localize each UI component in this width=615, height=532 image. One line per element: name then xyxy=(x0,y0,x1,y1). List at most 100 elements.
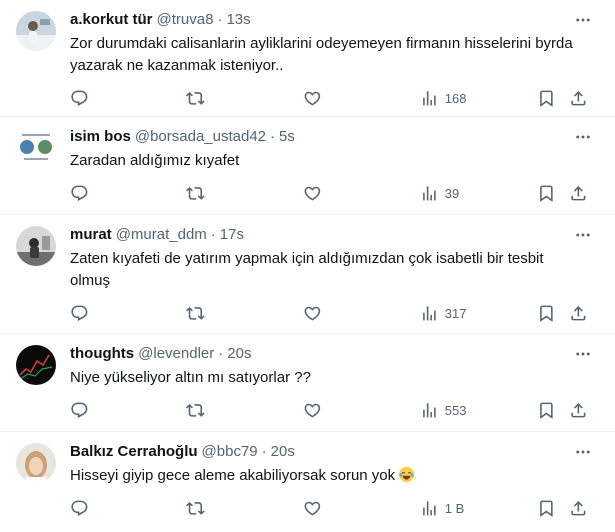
like-button[interactable] xyxy=(303,184,322,203)
timestamp[interactable]: 13s xyxy=(226,10,250,30)
heart-icon xyxy=(304,501,321,516)
action-bar: 168 xyxy=(70,87,599,109)
analytics-icon xyxy=(423,305,436,321)
repost-button[interactable] xyxy=(186,304,205,323)
reply-button[interactable] xyxy=(70,89,89,108)
reply-icon xyxy=(71,305,88,321)
views-button[interactable]: 168 xyxy=(420,89,466,108)
reply-icon xyxy=(71,402,88,418)
views-button[interactable]: 39 xyxy=(420,184,459,203)
views-button[interactable]: 1 B xyxy=(420,499,464,518)
author-name[interactable]: murat xyxy=(70,225,112,245)
tweet[interactable]: murat @murat_ddm · 17s Zaten kıyafeti de… xyxy=(0,215,615,334)
author-name[interactable]: a.korkut tür xyxy=(70,10,153,30)
like-button[interactable] xyxy=(303,304,322,323)
reply-button[interactable] xyxy=(70,304,89,323)
tweet[interactable]: thoughts @levendler · 20s Niye yükseliyo… xyxy=(0,334,615,432)
share-button[interactable] xyxy=(569,499,588,518)
share-button[interactable] xyxy=(569,184,588,203)
more-options-button[interactable] xyxy=(573,10,593,30)
tweet-text: Niye yükseliyor altın mı satıyorlar ?? xyxy=(70,369,311,386)
analytics-icon xyxy=(423,90,436,106)
tweet-text: Zor durumdaki calisanlarin ayliklarini o… xyxy=(70,35,573,74)
views-count: 317 xyxy=(444,305,467,321)
author-handle[interactable]: @levendler xyxy=(138,344,214,364)
avatar[interactable] xyxy=(16,11,56,51)
author-name[interactable]: thoughts xyxy=(70,344,134,364)
tweet[interactable]: isim bos @borsada_ustad42 · 5s Zaradan a… xyxy=(0,117,615,215)
reply-button[interactable] xyxy=(70,499,89,518)
analytics-icon xyxy=(423,402,436,418)
like-button[interactable] xyxy=(303,401,322,420)
share-icon xyxy=(571,305,586,321)
avatar[interactable] xyxy=(16,443,56,483)
like-button[interactable] xyxy=(303,499,322,518)
repost-button[interactable] xyxy=(186,401,205,420)
views-button[interactable]: 317 xyxy=(420,304,466,323)
author-handle[interactable]: @murat_ddm xyxy=(116,225,207,245)
timestamp[interactable]: 20s xyxy=(227,344,251,364)
share-icon xyxy=(571,500,586,516)
share-button[interactable] xyxy=(569,304,588,323)
more-options-button[interactable] xyxy=(573,442,593,462)
views-count: 1 B xyxy=(444,500,465,516)
views-count: 39 xyxy=(444,185,460,201)
separator-dot: · xyxy=(217,11,223,28)
author-handle[interactable]: @borsada_ustad42 xyxy=(135,127,266,147)
more-options-button[interactable] xyxy=(573,225,593,245)
more-options-button[interactable] xyxy=(573,127,593,147)
author-handle[interactable]: @bbc79 xyxy=(202,442,258,462)
bookmark-icon xyxy=(540,500,553,517)
separator-dot: · xyxy=(261,443,267,460)
author-name[interactable]: Balkız Cerrahoğlu xyxy=(70,442,198,462)
timestamp[interactable]: 5s xyxy=(279,127,295,147)
repost-button[interactable] xyxy=(186,184,205,203)
share-button[interactable] xyxy=(569,89,588,108)
repost-button[interactable] xyxy=(186,89,205,108)
reply-button[interactable] xyxy=(70,184,89,203)
avatar[interactable] xyxy=(16,226,56,266)
bookmark-icon xyxy=(540,185,553,202)
bookmark-button[interactable] xyxy=(537,184,556,203)
heart-icon xyxy=(304,306,321,321)
analytics-icon xyxy=(423,500,436,516)
share-icon xyxy=(571,185,586,201)
bookmark-button[interactable] xyxy=(537,304,556,323)
more-options-button[interactable] xyxy=(573,344,593,364)
analytics-icon xyxy=(423,185,436,201)
share-button[interactable] xyxy=(569,401,588,420)
author-handle[interactable]: @truva8 xyxy=(157,10,214,30)
reply-icon xyxy=(71,185,88,201)
views-count: 553 xyxy=(444,402,467,418)
avatar[interactable] xyxy=(16,345,56,385)
share-icon xyxy=(571,90,586,106)
bookmark-button[interactable] xyxy=(537,499,556,518)
separator-dot: · xyxy=(270,128,276,145)
heart-icon xyxy=(304,91,321,106)
bookmark-icon xyxy=(540,402,553,419)
heart-icon xyxy=(304,186,321,201)
timeline-feed: a.korkut tür @truva8 · 13s Zor durumdaki… xyxy=(0,0,615,532)
timestamp[interactable]: 17s xyxy=(220,225,244,245)
repost-icon xyxy=(186,501,205,515)
views-button[interactable]: 553 xyxy=(420,401,466,420)
bookmark-button[interactable] xyxy=(537,401,556,420)
bookmark-icon xyxy=(540,305,553,322)
reply-button[interactable] xyxy=(70,401,89,420)
action-bar: 1 B xyxy=(70,497,599,519)
reply-icon xyxy=(71,500,88,516)
repost-icon xyxy=(186,306,205,320)
tweet[interactable]: Balkız Cerrahoğlu @bbc79 · 20s Hisseyi g… xyxy=(0,432,615,532)
author-name[interactable]: isim bos xyxy=(70,127,131,147)
share-icon xyxy=(571,402,586,418)
bookmark-button[interactable] xyxy=(537,89,556,108)
like-button[interactable] xyxy=(303,89,322,108)
tweet-text: Zaradan aldığımız kıyafet xyxy=(70,152,240,169)
avatar[interactable] xyxy=(16,128,56,168)
bookmark-icon xyxy=(540,90,553,107)
repost-button[interactable] xyxy=(186,499,205,518)
reply-icon xyxy=(71,90,88,106)
timestamp[interactable]: 20s xyxy=(271,442,295,462)
more-horizontal-icon xyxy=(576,135,590,139)
tweet[interactable]: a.korkut tür @truva8 · 13s Zor durumdaki… xyxy=(0,0,615,117)
